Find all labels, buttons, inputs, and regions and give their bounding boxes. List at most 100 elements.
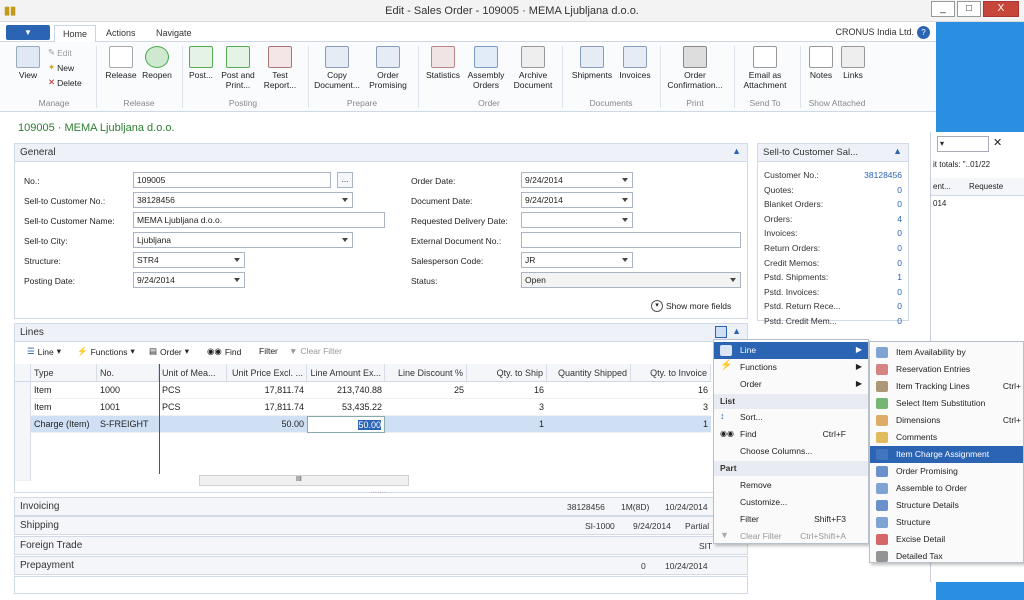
column-header[interactable]: Qty. to Ship bbox=[467, 364, 547, 382]
archive-document-button[interactable]: Archive Document bbox=[510, 46, 556, 90]
table-cell[interactable]: Charge (Item) bbox=[31, 416, 97, 433]
column-header[interactable]: Unit Price Excl. ... bbox=[227, 364, 307, 382]
bg-dropdown[interactable]: ▾ bbox=[937, 136, 989, 152]
column-header[interactable]: Line Amount Ex... bbox=[307, 364, 385, 382]
collapse-icon[interactable]: ▲ bbox=[732, 146, 741, 156]
factbox-row-value[interactable]: 0 bbox=[897, 258, 902, 268]
table-cell[interactable] bbox=[159, 416, 227, 433]
submenu-item[interactable]: Detailed Tax bbox=[870, 548, 1023, 565]
line-menu-button[interactable]: ☰ Line ▾ bbox=[27, 346, 61, 357]
order-menu-button[interactable]: ▤ Order ▾ bbox=[149, 346, 189, 357]
resize-handle[interactable]: ······· bbox=[370, 489, 386, 496]
table-cell[interactable]: 213,740.88 bbox=[307, 382, 385, 399]
collapse-icon[interactable]: ▲ bbox=[893, 146, 902, 156]
table-cell[interactable]: Item bbox=[31, 382, 97, 399]
email-attachment-button[interactable]: Email as Attachment bbox=[738, 46, 792, 90]
factbox-row-value[interactable]: 0 bbox=[897, 287, 902, 297]
table-cell[interactable]: 16 bbox=[467, 382, 547, 399]
collapse-icon[interactable]: ▲ bbox=[732, 326, 741, 336]
order-date-field[interactable]: 9/24/2014 bbox=[521, 172, 633, 188]
menu-item-functions[interactable]: ⚡ Functions ▶ bbox=[714, 359, 868, 376]
table-cell[interactable]: Item bbox=[31, 399, 97, 416]
submenu-item[interactable]: Select Item Substitution bbox=[870, 395, 1023, 412]
post-print-button[interactable]: Post and Print... bbox=[218, 46, 258, 90]
factbox-row-value[interactable]: 0 bbox=[897, 316, 902, 326]
table-cell[interactable]: PCS bbox=[159, 399, 227, 416]
release-button[interactable]: Release bbox=[104, 46, 138, 80]
table-cell[interactable] bbox=[385, 416, 467, 433]
factbox-header[interactable]: Sell-to Customer Sal... ▲ bbox=[758, 144, 908, 162]
menu-item-line[interactable]: Line ▶ bbox=[714, 342, 868, 359]
table-cell[interactable]: 3 bbox=[467, 399, 547, 416]
status-field[interactable]: Open bbox=[521, 272, 741, 288]
table-cell[interactable]: S-FREIGHT bbox=[97, 416, 159, 433]
find-button[interactable]: ◉◉ Find bbox=[207, 346, 241, 357]
help-icon[interactable]: ? bbox=[917, 26, 930, 39]
requested-delivery-field[interactable] bbox=[521, 212, 633, 228]
horizontal-scrollbar[interactable]: III bbox=[199, 475, 409, 486]
assist-edit-button[interactable]: ... bbox=[337, 172, 353, 188]
factbox-row-value[interactable]: 0 bbox=[897, 301, 902, 311]
fasttab-invoicing[interactable]: Invoicing 38128456 1M(8D) 10/24/2014 bbox=[14, 497, 748, 516]
sell-to-name-field[interactable]: MEMA Ljubljana d.o.o. bbox=[133, 212, 385, 228]
copy-document-button[interactable]: Copy Document... bbox=[312, 46, 362, 90]
assembly-orders-button[interactable]: Assembly Orders bbox=[464, 46, 508, 90]
document-date-field[interactable]: 9/24/2014 bbox=[521, 192, 633, 208]
filter-button[interactable]: Filter bbox=[259, 346, 278, 356]
factbox-row-value[interactable]: 0 bbox=[897, 228, 902, 238]
table-cell[interactable]: 17,811.74 bbox=[227, 382, 307, 399]
column-header[interactable]: Quantity Shipped bbox=[547, 364, 631, 382]
table-cell[interactable]: 1 bbox=[631, 416, 711, 433]
table-cell[interactable] bbox=[547, 416, 631, 433]
submenu-item[interactable]: Structure Details bbox=[870, 497, 1023, 514]
column-header[interactable]: Line Discount % bbox=[385, 364, 467, 382]
structure-field[interactable]: STR4 bbox=[133, 252, 245, 268]
table-cell[interactable] bbox=[385, 399, 467, 416]
clear-filter-button[interactable]: ▼ Clear Filter bbox=[289, 346, 342, 356]
table-cell[interactable]: 1 bbox=[467, 416, 547, 433]
fasttab-foreign-trade[interactable]: Foreign Trade SIT bbox=[14, 536, 748, 555]
factbox-row-value[interactable]: 0 bbox=[897, 243, 902, 253]
no-field[interactable]: 109005 bbox=[133, 172, 331, 188]
external-doc-field[interactable] bbox=[521, 232, 741, 248]
notes-button[interactable]: Notes bbox=[806, 46, 836, 80]
table-cell[interactable]: 50.00 bbox=[307, 416, 385, 433]
functions-menu-button[interactable]: ⚡ Functions ▾ bbox=[77, 346, 135, 357]
salesperson-field[interactable]: JR bbox=[521, 252, 633, 268]
menu-item-filter[interactable]: Filter Shift+F3 bbox=[714, 511, 868, 528]
show-more-fields-link[interactable]: ▾ Show more fields bbox=[651, 300, 731, 312]
table-cell[interactable]: 1000 bbox=[97, 382, 159, 399]
table-cell[interactable]: 16 bbox=[631, 382, 711, 399]
table-cell[interactable] bbox=[547, 382, 631, 399]
submenu-item[interactable]: Item Availability by bbox=[870, 344, 1023, 361]
menu-item-clear-filter[interactable]: ▼ Clear Filter Ctrl+Shift+A bbox=[714, 528, 868, 545]
city-field[interactable]: Ljubljana bbox=[133, 232, 353, 248]
view-button[interactable]: View bbox=[12, 46, 44, 80]
general-header[interactable]: General ▲ bbox=[15, 144, 747, 162]
statistics-button[interactable]: Statistics bbox=[422, 46, 464, 80]
menu-item-sort[interactable]: ↕ Sort... bbox=[714, 409, 868, 426]
factbox-row-value[interactable]: 0 bbox=[897, 199, 902, 209]
table-cell[interactable] bbox=[547, 399, 631, 416]
menu-item-find[interactable]: ◉◉ Find Ctrl+F bbox=[714, 426, 868, 443]
menu-item-remove[interactable]: Remove bbox=[714, 477, 868, 494]
submenu-item[interactable]: Assemble to Order bbox=[870, 480, 1023, 497]
table-cell[interactable]: 3 bbox=[631, 399, 711, 416]
order-promising-button[interactable]: Order Promising bbox=[364, 46, 412, 90]
submenu-item[interactable]: Excise Detail bbox=[870, 531, 1023, 548]
column-header[interactable]: Unit of Mea... bbox=[159, 364, 227, 382]
submenu-item[interactable]: Reservation Entries bbox=[870, 361, 1023, 378]
bg-close-icon[interactable]: ✕ bbox=[993, 136, 1005, 152]
tab-actions[interactable]: Actions bbox=[98, 25, 144, 42]
test-report-button[interactable]: Test Report... bbox=[260, 46, 300, 90]
fasttab-prepayment[interactable]: Prepayment 0 10/24/2014 bbox=[14, 556, 748, 575]
delete-button[interactable]: ✕ Delete bbox=[48, 77, 82, 88]
table-cell[interactable]: 25 bbox=[385, 382, 467, 399]
close-button[interactable]: X bbox=[983, 1, 1019, 17]
table-cell[interactable]: 53,435.22 bbox=[307, 399, 385, 416]
column-header[interactable]: Type bbox=[31, 364, 97, 382]
fasttab-shipping[interactable]: Shipping SI-1000 9/24/2014 Partial bbox=[14, 516, 748, 535]
tab-home[interactable]: Home bbox=[54, 25, 97, 42]
submenu-item[interactable]: Order Promising bbox=[870, 463, 1023, 480]
app-menu-button[interactable]: ▼ bbox=[6, 25, 50, 40]
